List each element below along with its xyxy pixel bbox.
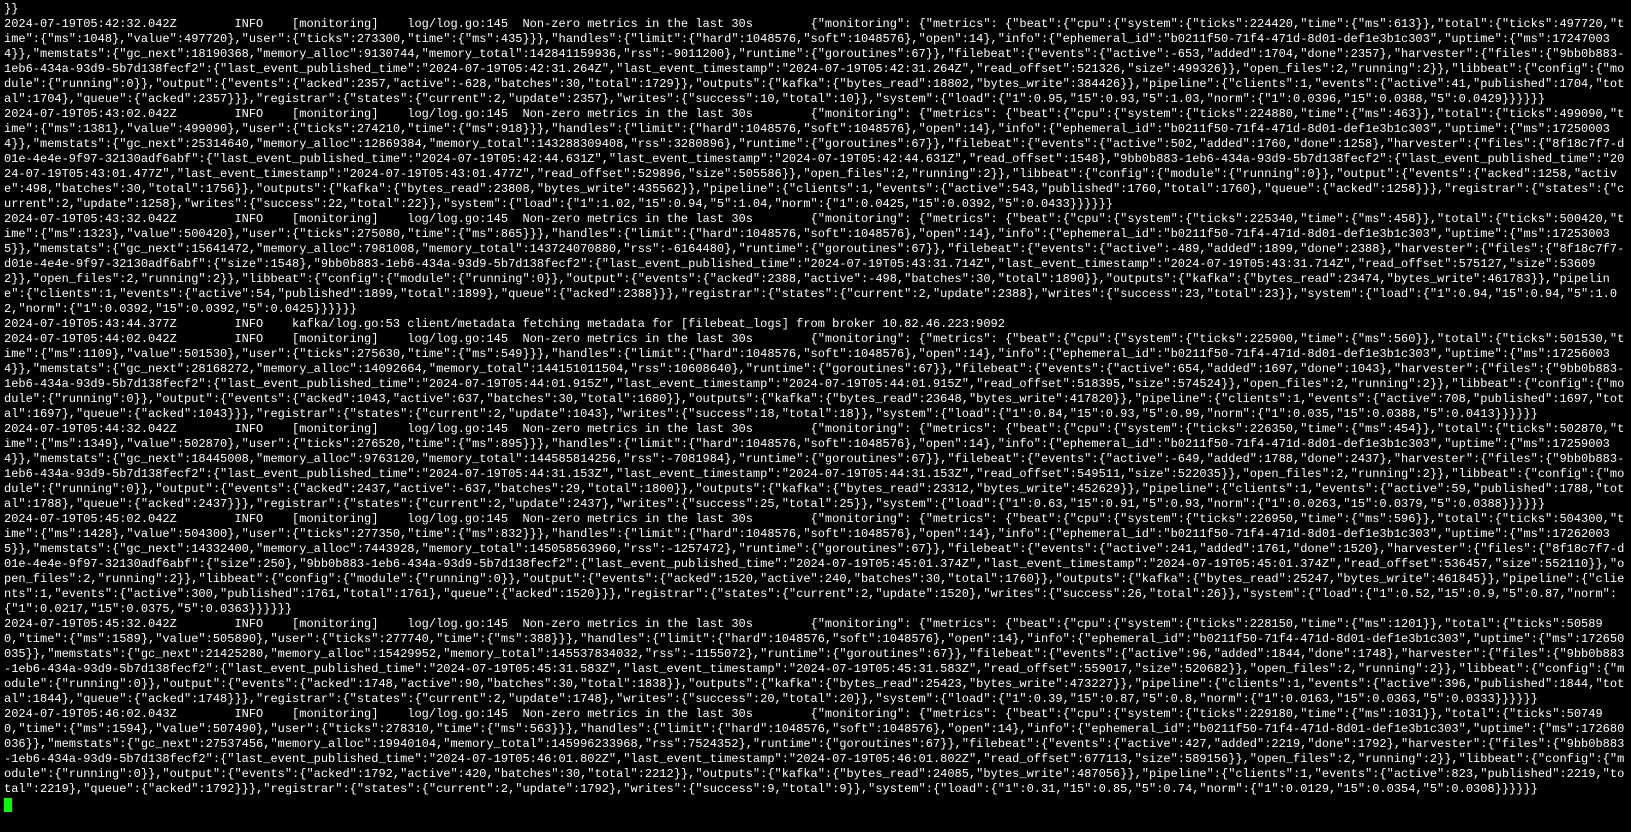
terminal-cursor [4,798,12,812]
log-line: 2024-07-19T05:46:02.043Z INFO [monitorin… [4,707,1627,797]
log-line: 2024-07-19T05:43:32.042Z INFO [monitorin… [4,212,1627,317]
terminal-output[interactable]: }}2024-07-19T05:42:32.042Z INFO [monitor… [0,0,1631,832]
log-line: 2024-07-19T05:44:32.042Z INFO [monitorin… [4,422,1627,512]
log-line: 2024-07-19T05:42:32.042Z INFO [monitorin… [4,17,1627,107]
log-line: 2024-07-19T05:43:02.042Z INFO [monitorin… [4,107,1627,212]
log-line: 2024-07-19T05:45:02.042Z INFO [monitorin… [4,512,1627,617]
log-line: }} [4,2,1627,17]
log-line: 2024-07-19T05:44:02.042Z INFO [monitorin… [4,332,1627,422]
log-line: 2024-07-19T05:43:44.377Z INFO kafka/log.… [4,317,1627,332]
log-line: 2024-07-19T05:45:32.042Z INFO [monitorin… [4,617,1627,707]
